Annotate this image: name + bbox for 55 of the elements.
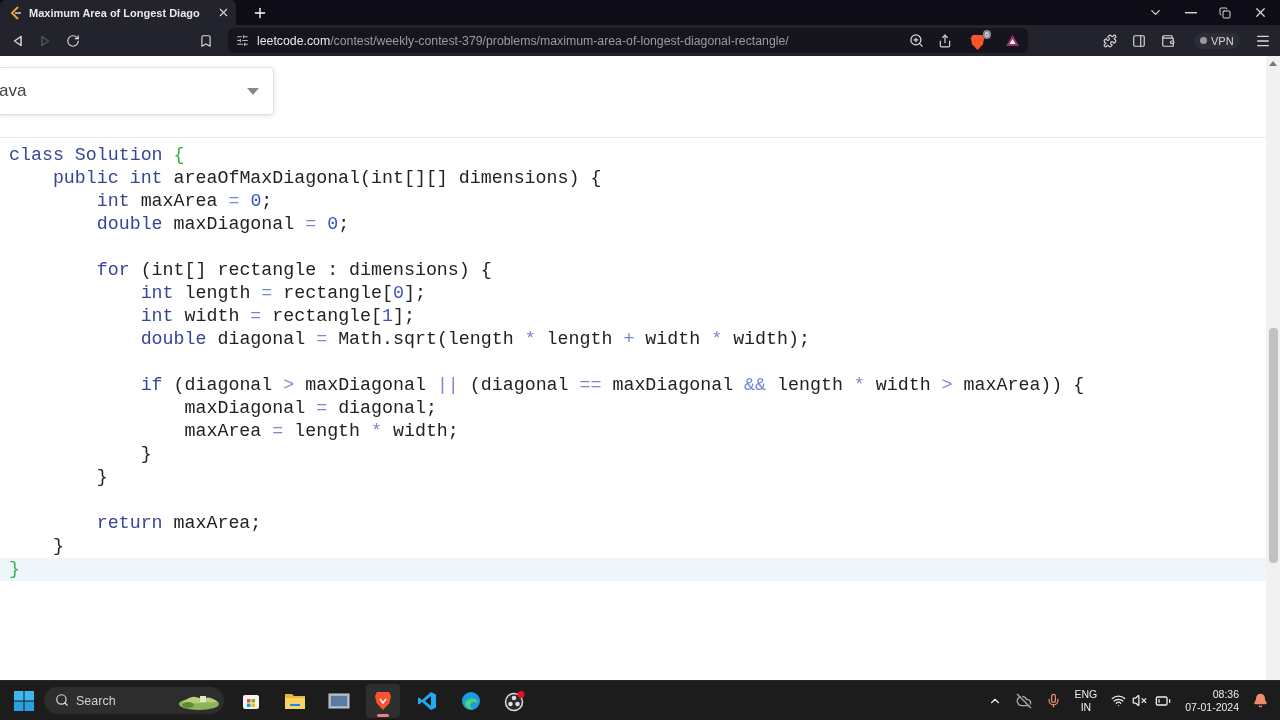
code-line: class Solution { — [8, 144, 186, 167]
tab-title: Maximum Area of Longest Diago — [29, 6, 201, 19]
code-line: double diagonal = Math.sqrt(length * length + width * width); — [139, 328, 811, 351]
restore-button[interactable] — [1219, 6, 1231, 19]
scroll-up-icon[interactable] — [1269, 61, 1277, 66]
code-line: public int areaOfMaxDiagonal(int[][] dimensions) { — [51, 167, 603, 190]
microphone-icon — [1045, 693, 1061, 708]
close-tab-button[interactable] — [217, 6, 230, 19]
status-dot-icon — [1200, 37, 1207, 44]
notification-bell-icon[interactable] — [1253, 693, 1268, 708]
vpn-button[interactable]: VPN — [1194, 32, 1240, 49]
browser-tab[interactable]: Maximum Area of Longest Diago — [0, 0, 236, 25]
clock-date: 07-01-2024 — [1185, 700, 1239, 714]
bookmark-button[interactable] — [199, 33, 213, 48]
code-line: int width = rectangle[1]; — [139, 305, 416, 328]
rewards-button[interactable] — [1005, 34, 1020, 47]
code-line: } — [51, 535, 65, 558]
code-line: return maxArea; — [95, 512, 263, 535]
wifi-icon — [1111, 693, 1127, 708]
scrollbar-thumb[interactable] — [1268, 328, 1278, 563]
code-line: } — [139, 443, 153, 466]
code-line: maxDiagonal = diagonal; — [183, 397, 438, 420]
wallet-button[interactable] — [1161, 33, 1175, 48]
language-code: ENG — [1074, 687, 1098, 701]
code-line: int length = rectangle[0]; — [139, 282, 427, 305]
cloud-off-icon — [1015, 692, 1032, 709]
site-settings-icon — [236, 34, 249, 47]
scrollbar[interactable] — [1266, 56, 1280, 680]
volume-muted-icon — [1132, 693, 1148, 708]
close-window-button[interactable] — [1253, 5, 1268, 20]
zoom-button[interactable] — [909, 33, 924, 48]
caret-icon — [247, 87, 259, 95]
code-line: int maxArea = 0; — [95, 190, 274, 213]
sidebar-button[interactable] — [1132, 33, 1146, 48]
code-line: if (diagonal > maxDiagonal || (diagonal == maxDiagonal && length * width > maxArea)) { — [139, 374, 1086, 397]
back-button[interactable] — [12, 34, 24, 47]
recorder-icon — [504, 689, 526, 712]
language-select[interactable]: ava — [0, 67, 274, 115]
code-line: for (int[] rectangle : dimensions) { — [95, 259, 493, 282]
site-icon — [10, 5, 22, 20]
clock-time: 08:36 — [1212, 687, 1239, 701]
extensions-button[interactable] — [1103, 33, 1117, 48]
code-line: } — [95, 466, 109, 489]
code-line: maxArea = length * width; — [183, 420, 460, 443]
code-line: double maxDiagonal = 0; — [95, 213, 351, 236]
url-text: leetcode.com/contest/weekly-contest-379/problems/maximum-area-of-longest-diagonal-rectangle/ — [257, 33, 790, 48]
code-editor-icon — [417, 690, 437, 711]
window-icon — [328, 691, 350, 710]
minimize-button[interactable] — [1185, 11, 1197, 14]
share-button[interactable] — [938, 33, 952, 48]
region-code: IN — [1080, 700, 1092, 714]
search-field[interactable]: Search — [44, 687, 224, 714]
taskbar-app-button[interactable] — [366, 683, 400, 718]
search-icon — [55, 693, 69, 707]
reload-button[interactable] — [66, 33, 80, 48]
